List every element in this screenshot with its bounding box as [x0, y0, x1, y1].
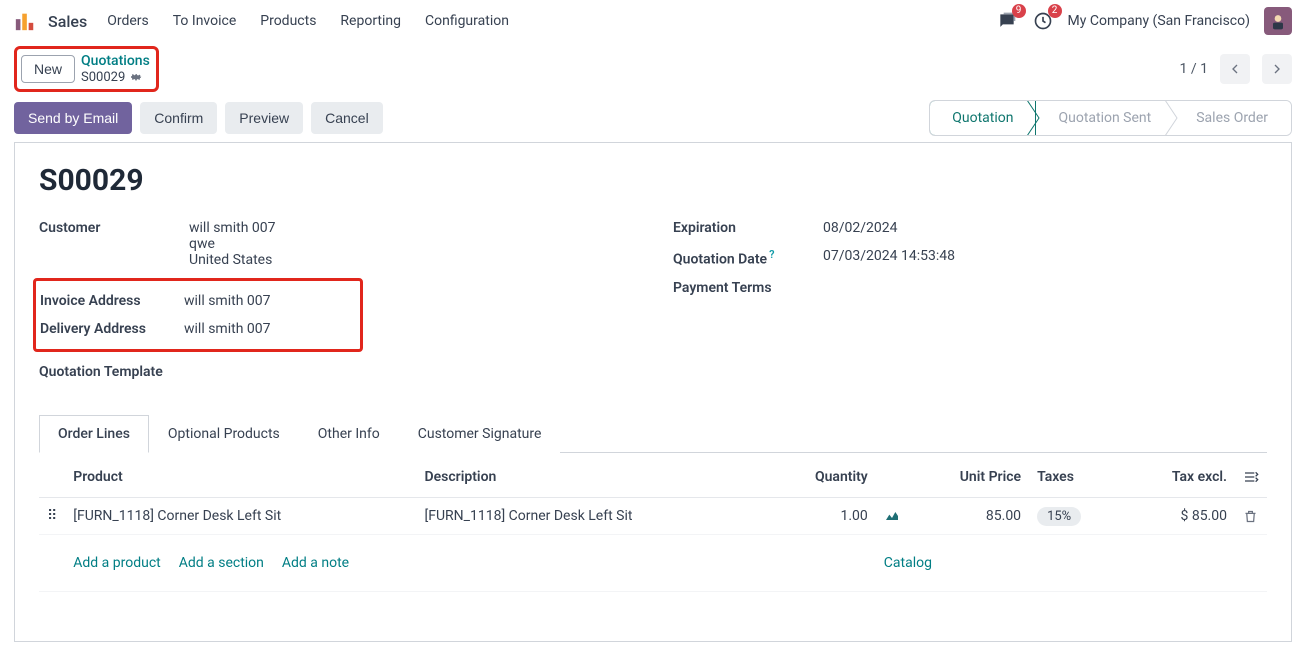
navbar-right: 9 2 My Company (San Francisco) [996, 7, 1292, 35]
nav-orders[interactable]: Orders [107, 13, 149, 29]
forecast-icon[interactable] [876, 498, 908, 535]
messages-icon[interactable]: 9 [996, 10, 1018, 32]
customer-value[interactable]: will smith 007 qwe United States [189, 220, 275, 268]
customer-line2: qwe [189, 236, 275, 252]
invoice-address-value[interactable]: will smith 007 [184, 293, 270, 309]
payment-terms-field: Payment Terms [673, 274, 1267, 302]
status-quotation-sent-label: Quotation Sent [1058, 110, 1151, 126]
gear-icon[interactable] [129, 70, 143, 84]
expiration-value[interactable]: 08/02/2024 [823, 220, 898, 236]
delete-line-icon[interactable] [1235, 498, 1267, 535]
th-product[interactable]: Product [65, 457, 416, 498]
company-switcher[interactable]: My Company (San Francisco) [1068, 13, 1250, 29]
add-section-link[interactable]: Add a section [179, 555, 264, 571]
drag-handle-icon[interactable]: ⠿ [39, 498, 65, 535]
quotation-date-label: Quotation Date? [673, 248, 823, 268]
status-sales-order[interactable]: Sales Order [1174, 101, 1291, 135]
app-icon[interactable] [14, 10, 36, 32]
invoice-address-label: Invoice Address [40, 293, 184, 309]
cell-taxes[interactable]: 15% [1029, 498, 1123, 535]
quotation-template-field: Quotation Template [39, 358, 633, 386]
pager: 1 / 1 [1180, 54, 1292, 84]
new-button[interactable]: New [21, 55, 75, 83]
quotation-date-label-text: Quotation Date [673, 252, 767, 268]
confirm-button[interactable]: Confirm [140, 102, 217, 134]
payment-terms-label: Payment Terms [673, 280, 823, 296]
add-note-link[interactable]: Add a note [282, 555, 349, 571]
messages-badge: 9 [1012, 4, 1026, 18]
th-description[interactable]: Description [417, 457, 768, 498]
status-sales-order-label: Sales Order [1196, 110, 1268, 126]
form-grid: Customer will smith 007 qwe United State… [39, 214, 1267, 386]
table-row[interactable]: ⠿ [FURN_1118] Corner Desk Left Sit [FURN… [39, 498, 1267, 535]
customer-label: Customer [39, 220, 189, 236]
status-quotation-sent[interactable]: Quotation Sent [1036, 101, 1174, 135]
tab-optional-products[interactable]: Optional Products [149, 415, 299, 453]
breadcrumb-parent[interactable]: Quotations [81, 53, 150, 70]
order-lines-table: Product Description Quantity Unit Price … [39, 457, 1267, 592]
help-icon[interactable]: ? [769, 248, 774, 261]
navbar: Sales Orders To Invoice Products Reporti… [0, 0, 1306, 42]
cell-quantity[interactable]: 1.00 [768, 498, 876, 535]
expiration-label: Expiration [673, 220, 823, 236]
tab-customer-signature[interactable]: Customer Signature [399, 415, 561, 453]
add-product-link[interactable]: Add a product [73, 555, 160, 571]
delivery-address-field: Delivery Address will smith 007 [40, 315, 356, 343]
cell-description[interactable]: [FURN_1118] Corner Desk Left Sit [417, 498, 768, 535]
status-bar: Quotation Quotation Sent Sales Order [929, 100, 1292, 136]
cell-tax-excl: $ 85.00 [1123, 498, 1235, 535]
pager-next[interactable] [1262, 54, 1292, 84]
quotation-date-field: Quotation Date? 07/03/2024 14:53:48 [673, 242, 1267, 274]
app-name[interactable]: Sales [48, 12, 87, 31]
tab-order-lines[interactable]: Order Lines [39, 415, 149, 453]
send-by-email-button[interactable]: Send by Email [14, 102, 132, 134]
left-column: Customer will smith 007 qwe United State… [39, 214, 633, 386]
activities-badge: 2 [1048, 4, 1062, 18]
quotation-date-value[interactable]: 07/03/2024 14:53:48 [823, 248, 955, 264]
delivery-address-label: Delivery Address [40, 321, 184, 337]
customer-country: United States [189, 252, 275, 268]
nav-menu: Orders To Invoice Products Reporting Con… [107, 13, 509, 29]
tabs: Order Lines Optional Products Other Info… [39, 414, 1267, 453]
user-avatar[interactable] [1264, 7, 1292, 35]
status-quotation-label: Quotation [952, 110, 1013, 126]
right-column: Expiration 08/02/2024 Quotation Date? 07… [673, 214, 1267, 386]
form-sheet: S00029 Customer will smith 007 qwe Unite… [14, 142, 1292, 642]
th-tax-excl[interactable]: Tax excl. [1123, 457, 1235, 498]
pager-text: 1 / 1 [1180, 61, 1208, 77]
cell-product[interactable]: [FURN_1118] Corner Desk Left Sit [65, 498, 416, 535]
tax-chip: 15% [1037, 507, 1081, 526]
highlight-addresses: Invoice Address will smith 007 Delivery … [33, 278, 363, 352]
nav-products[interactable]: Products [260, 13, 316, 29]
customer-name: will smith 007 [189, 220, 275, 236]
invoice-address-field: Invoice Address will smith 007 [40, 287, 356, 315]
customer-field: Customer will smith 007 qwe United State… [39, 214, 633, 274]
action-bar: Send by Email Confirm Preview Cancel Quo… [0, 92, 1306, 140]
delivery-address-value[interactable]: will smith 007 [184, 321, 270, 337]
th-taxes[interactable]: Taxes [1029, 457, 1123, 498]
expiration-field: Expiration 08/02/2024 [673, 214, 1267, 242]
preview-button[interactable]: Preview [225, 102, 303, 134]
cancel-button[interactable]: Cancel [311, 102, 383, 134]
breadcrumb-current: S00029 [81, 70, 125, 86]
nav-configuration[interactable]: Configuration [425, 13, 509, 29]
cell-unit-price[interactable]: 85.00 [908, 498, 1029, 535]
status-quotation[interactable]: Quotation [929, 100, 1036, 136]
highlight-breadcrumb: New Quotations S00029 [14, 46, 159, 92]
catalog-link[interactable]: Catalog [884, 555, 932, 571]
document-title: S00029 [39, 163, 1267, 198]
tab-other-info[interactable]: Other Info [299, 415, 399, 453]
nav-to-invoice[interactable]: To Invoice [173, 13, 237, 29]
th-quantity[interactable]: Quantity [768, 457, 876, 498]
breadcrumb: Quotations S00029 [81, 53, 150, 85]
control-row: New Quotations S00029 1 / 1 [0, 42, 1306, 92]
nav-reporting[interactable]: Reporting [340, 13, 401, 29]
pager-prev[interactable] [1220, 54, 1250, 84]
quotation-template-label: Quotation Template [39, 364, 189, 380]
settings-icon[interactable] [1243, 469, 1259, 485]
activities-icon[interactable]: 2 [1032, 10, 1054, 32]
th-unit-price[interactable]: Unit Price [908, 457, 1029, 498]
